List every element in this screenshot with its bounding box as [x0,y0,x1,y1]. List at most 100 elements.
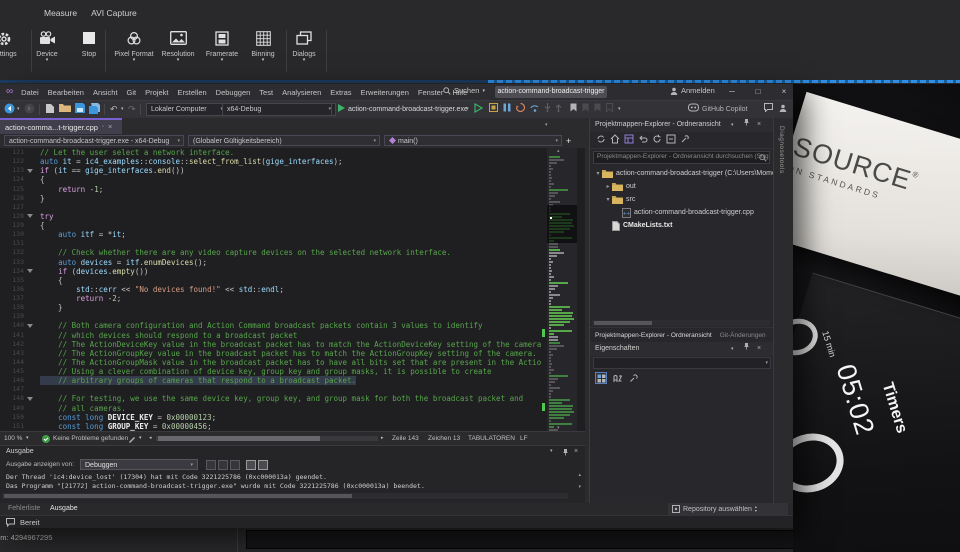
output-source-dropdown[interactable]: Debuggen▾ [80,459,198,470]
home-icon[interactable] [610,131,620,149]
go-to-message-icon[interactable] [218,460,228,470]
github-copilot-icon[interactable] [688,103,699,116]
send-feedback-icon[interactable] [764,103,773,116]
menu-extras[interactable]: Extras [330,88,351,97]
tab-projektmappen-explorer[interactable]: Projektmappen-Explorer - Ordneransicht [595,332,712,339]
close-icon[interactable]: × [574,448,578,455]
pin-icon[interactable] [743,118,750,132]
tab-pin-icon[interactable]: ◦ [102,124,104,130]
refresh-icon[interactable] [652,131,662,149]
start-debugging-icon[interactable] [337,103,346,116]
close-icon[interactable]: × [757,342,761,356]
user-profile-icon[interactable] [779,103,787,116]
menu-ansicht[interactable]: Ansicht [93,88,118,97]
breadcrumb-member-dropdown[interactable]: main()▾ [384,135,562,146]
zoom-level[interactable]: 100 % [4,435,22,442]
pin-icon[interactable] [743,342,750,356]
pin-icon[interactable] [562,448,569,458]
problems-status[interactable]: Keine Probleme gefunden [53,435,128,442]
startup-target-dropdown[interactable]: Lokaler Computer▾ [146,103,228,116]
tab-fehlerliste[interactable]: Fehlerliste [8,505,40,512]
menu-projekt[interactable]: Projekt [145,88,168,97]
fold-marker-icon[interactable] [27,214,33,218]
scroll-right-icon[interactable]: ▸ [381,435,384,441]
open-folder-icon[interactable] [59,103,71,116]
step-out-icon[interactable] [555,103,562,116]
configuration-dropdown[interactable]: x64-Debug▾ [222,103,336,116]
select-repository-button[interactable]: Repository auswählen ▴▾ [668,503,788,515]
chevron-down-icon[interactable]: ▾ [26,435,29,441]
horizontal-scrollbar[interactable] [156,436,378,441]
document-list-chevron-icon[interactable]: ▾ [545,122,548,128]
editor-tab-active[interactable]: action-comma...t-trigger.cpp ◦ × [0,118,122,134]
maximum-property-field[interactable] [246,530,793,549]
menu-test[interactable]: Test [259,88,273,97]
fold-marker-icon[interactable] [27,397,33,401]
scrollbar-thumb[interactable] [158,436,320,441]
chevron-down-icon[interactable]: ▾ [731,342,734,356]
solution-explorer-titlebar[interactable]: Projektmappen-Explorer - Ordneransicht ▾… [590,118,773,132]
expander-expanded-icon[interactable]: ▾ [604,196,612,203]
tab-close-icon[interactable]: × [108,124,112,131]
tree-item-out[interactable]: ▸ out [590,180,773,193]
menu-erweiterungen[interactable]: Erweiterungen [361,88,409,97]
menu-git[interactable]: Git [127,88,137,97]
tree-item-action-command-broadcast-trigger-cpp[interactable]: ++ action-command-broadcast-trigger.cpp [590,206,773,219]
chevron-down-icon[interactable]: ▾ [17,103,20,116]
copilot-label[interactable]: GitHub Copilot [702,103,748,116]
tab-git-aenderungen[interactable]: Git-Änderungen [720,332,766,339]
chevron-down-icon[interactable]: ▾ [121,103,124,116]
build-icon[interactable] [489,103,498,116]
scroll-up-icon[interactable]: ▴ [578,472,581,478]
vs-search-box[interactable]: Suchen ▾ [443,86,485,95]
hot-reload-icon[interactable] [516,103,525,116]
save-icon[interactable] [75,103,85,116]
solution-explorer-search-input[interactable]: Projektmappen-Explorer - Ordneransicht d… [593,151,770,164]
fold-marker-icon[interactable] [27,324,33,328]
find-message-icon[interactable] [206,460,216,470]
menu-debuggen[interactable]: Debuggen [216,88,251,97]
toggle-wordwrap-icon[interactable] [246,460,256,470]
feedback-bubble-icon[interactable] [6,518,15,528]
chevron-down-icon[interactable]: ▾ [139,435,142,441]
clear-all-icon[interactable] [230,460,240,470]
switch-views-icon[interactable] [624,131,634,149]
menu-bearbeiten[interactable]: Bearbeiten [48,88,84,97]
chevron-down-icon[interactable]: ▾ [466,103,469,116]
clear-bookmarks-icon[interactable] [606,103,613,116]
code-cleanup-icon[interactable] [128,435,136,445]
navigate-back-icon[interactable] [4,103,15,116]
fold-marker-icon[interactable] [27,269,33,273]
code-editor[interactable]: 1211221231241251261271281291301311321331… [0,148,585,431]
minimap-scrollbar[interactable]: ▴ ▾ [547,148,577,431]
solution-explorer-hscrollbar[interactable] [592,320,770,326]
chevron-down-icon[interactable]: ▾ [618,103,621,116]
fold-marker-icon[interactable] [27,169,33,173]
step-over-icon[interactable] [530,103,540,116]
menu-analysieren[interactable]: Analysieren [282,88,321,97]
break-all-icon[interactable] [503,103,511,116]
expander-collapsed-icon[interactable]: ▸ [604,183,612,190]
navigate-forward-icon[interactable] [24,103,35,116]
tree-item-action-command-broadcast-trigger[interactable]: ▾ action-command-broadcast-trigger (C:\U… [590,167,773,180]
indentation-indicator[interactable]: TABULATOREN [468,435,515,442]
run-button[interactable]: action-command-broadcast-trigger.exe [348,103,468,116]
capture-menu-measure[interactable]: Measure [44,8,77,18]
chevron-down-icon[interactable]: ▾ [731,118,734,132]
categorized-icon[interactable] [595,372,607,384]
step-into-icon[interactable] [544,103,551,116]
tree-item-src[interactable]: ▾ src [590,193,773,206]
menu-erstellen[interactable]: Erstellen [177,88,206,97]
autoscroll-icon[interactable] [258,460,268,470]
tree-item-cmakelists-txt[interactable]: CMakeLists.txt [590,219,773,232]
capture-menu-avi-capture[interactable]: AVI Capture [91,8,137,18]
plus-icon[interactable]: + [566,136,571,146]
properties-icon[interactable] [680,131,690,149]
tab-ausgabe[interactable]: Ausgabe [50,505,78,512]
line-indicator[interactable]: Zeile 143 [392,435,419,442]
scrollbar-thumb[interactable] [4,494,352,498]
close-button[interactable]: × [774,84,793,99]
breadcrumb-project-dropdown[interactable]: action-command-broadcast-trigger.exe - x… [4,135,184,146]
scroll-up-icon[interactable]: ▴ [557,148,560,154]
alphabetical-icon[interactable] [611,372,623,384]
